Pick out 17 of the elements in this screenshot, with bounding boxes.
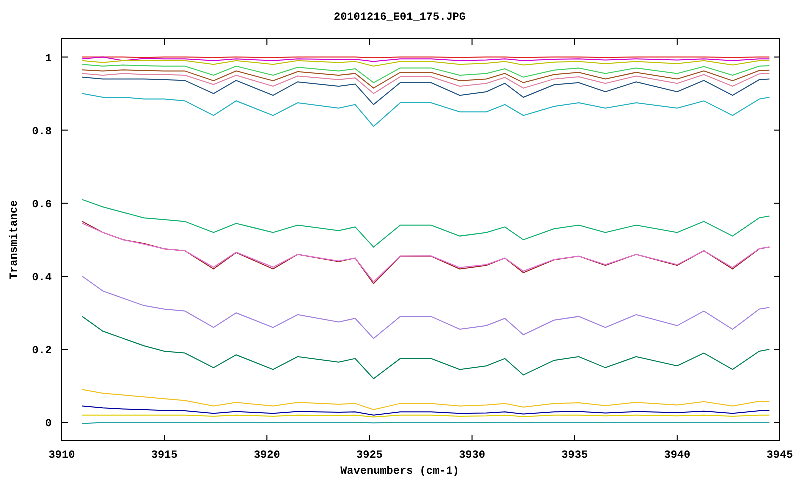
tick-label: 0 bbox=[45, 418, 52, 431]
tick-label: 1 bbox=[45, 53, 52, 66]
tick-label: 3940 bbox=[664, 450, 691, 462]
tick-label: 3930 bbox=[459, 450, 486, 462]
tick-label: 0.8 bbox=[32, 126, 52, 138]
tick-label: 3915 bbox=[151, 450, 178, 462]
axis-title: Wavenumbers (cm-1) bbox=[340, 466, 460, 478]
tick-label: 0.4 bbox=[32, 272, 52, 285]
tick-label: 0.6 bbox=[32, 199, 52, 212]
tick-label: 3945 bbox=[766, 450, 794, 462]
tick-label: 3935 bbox=[562, 450, 588, 462]
tick-label: 3925 bbox=[356, 450, 383, 462]
tick-label: 3910 bbox=[48, 450, 76, 462]
tick-label: 0.2 bbox=[32, 346, 52, 358]
chart-title: 20101216_E01_175.JPG bbox=[334, 12, 466, 24]
axis-title: Transmitance bbox=[9, 200, 21, 280]
tick-label: 3920 bbox=[254, 450, 280, 462]
